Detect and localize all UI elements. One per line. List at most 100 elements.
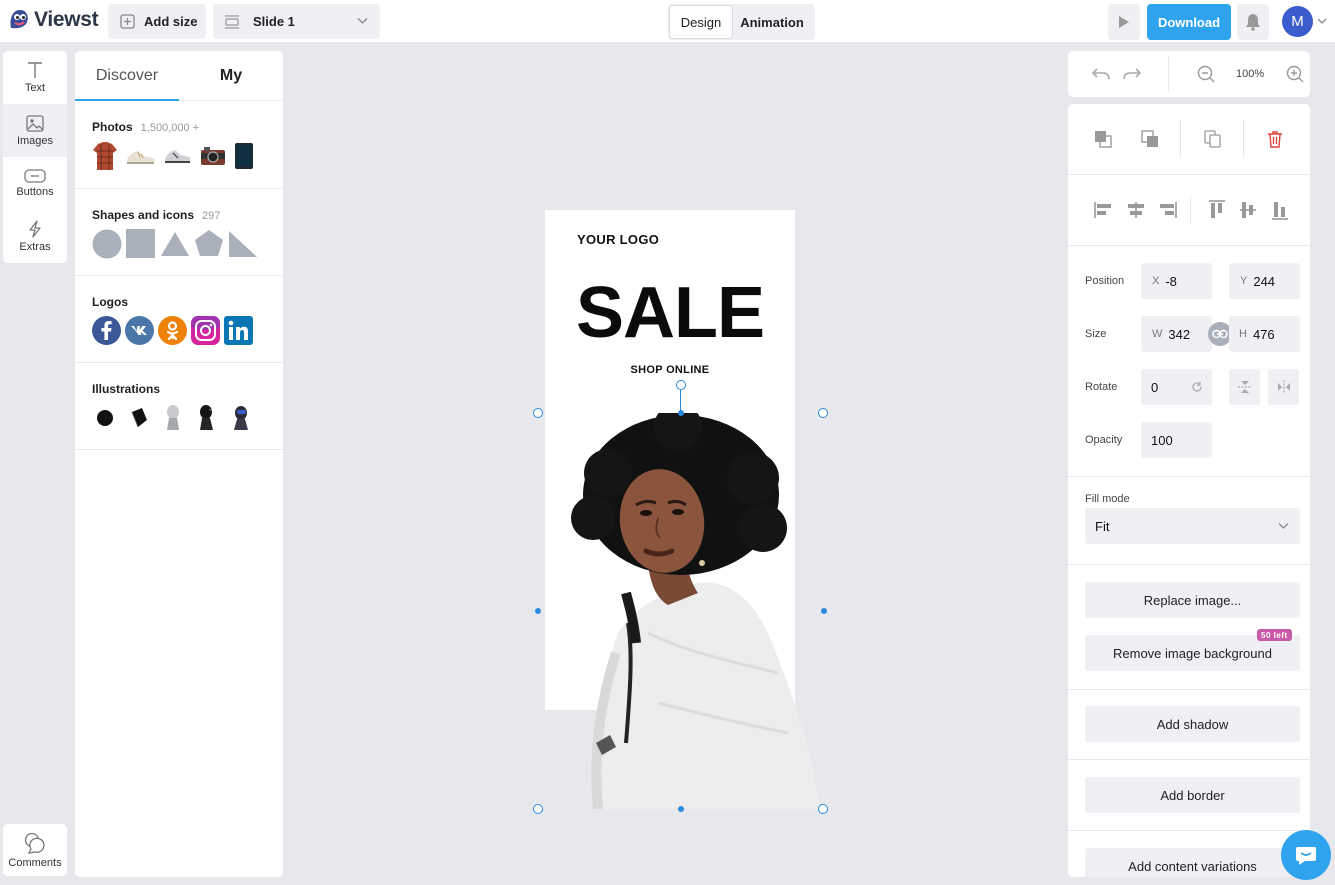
bring-forward-icon[interactable] [1094, 130, 1112, 148]
comments-button[interactable]: Comments [3, 824, 67, 876]
rail-item-text[interactable]: Text [3, 51, 67, 104]
pentagon-shape-icon[interactable] [194, 229, 224, 259]
artboard-logo-text[interactable]: YOUR LOGO [577, 232, 659, 247]
chevron-down-icon [357, 18, 368, 24]
facebook-icon[interactable] [92, 316, 121, 345]
divider [1068, 476, 1310, 477]
x-field[interactable]: X -8 [1141, 263, 1212, 299]
artboard-subline[interactable]: SHOP ONLINE [545, 364, 795, 376]
triangle-shape-icon[interactable] [160, 229, 190, 259]
sneaker-photo-thumb[interactable] [126, 145, 156, 167]
zoom-in-icon[interactable] [1286, 65, 1304, 83]
resize-handle-br[interactable] [818, 804, 828, 814]
tablet-photo-thumb[interactable] [234, 142, 254, 170]
rail-item-buttons[interactable]: Buttons [3, 157, 67, 210]
rail-item-label: Buttons [16, 186, 54, 198]
add-content-variations-button[interactable]: Add content variations [1085, 848, 1300, 877]
shirt-photo-thumb[interactable] [92, 141, 118, 171]
rotate-handle[interactable] [676, 380, 686, 390]
section-title: Photos [92, 120, 133, 134]
zoom-out-icon[interactable] [1197, 65, 1215, 83]
y-field[interactable]: Y 244 [1229, 263, 1300, 299]
text-icon [28, 62, 42, 78]
flip-horizontal-button[interactable] [1268, 369, 1299, 405]
resize-handle-tl[interactable] [533, 408, 543, 418]
odnoklassniki-icon[interactable] [158, 316, 187, 345]
zoom-level[interactable]: 100% [1236, 68, 1264, 80]
add-border-button[interactable]: Add border [1085, 777, 1300, 813]
chevron-down-icon[interactable] [1317, 16, 1327, 26]
illustrations-section[interactable]: Illustrations [75, 363, 283, 450]
align-top-icon[interactable] [1208, 200, 1226, 220]
right-triangle-shape-icon[interactable] [228, 229, 258, 259]
divider [1068, 759, 1310, 760]
resize-handle-bl[interactable] [533, 804, 543, 814]
undo-icon[interactable] [1091, 67, 1111, 81]
square-shape-icon[interactable] [126, 229, 156, 259]
avatar[interactable]: M [1282, 6, 1313, 37]
sphere-illustration-icon[interactable] [92, 403, 118, 431]
shapes-section[interactable]: Shapes and icons 297 [75, 189, 283, 276]
polyhedron-illustration-icon[interactable] [126, 403, 152, 431]
rail-item-extras[interactable]: Extras [3, 210, 67, 263]
linkedin-icon[interactable] [224, 316, 253, 345]
circle-shape-icon[interactable] [92, 229, 122, 259]
logos-section[interactable]: Logos [75, 276, 283, 363]
head-silhouette-dark-icon[interactable] [194, 403, 220, 431]
opacity-field[interactable]: 100 [1141, 422, 1212, 458]
rail-item-label: Text [24, 82, 46, 94]
align-right-icon[interactable] [1157, 201, 1177, 219]
active-tab-indicator [75, 99, 179, 101]
tab-animation[interactable]: Animation [732, 6, 812, 38]
support-chat-button[interactable] [1281, 830, 1331, 880]
flip-vertical-button[interactable] [1229, 369, 1260, 405]
resize-handle-top[interactable] [678, 410, 684, 416]
section-count: 1,500,000 + [140, 122, 200, 134]
redo-icon[interactable] [1122, 67, 1142, 81]
photos-section[interactable]: Photos 1,500,000 + [75, 101, 283, 189]
tab-my[interactable]: My [179, 51, 283, 100]
trash-icon[interactable] [1267, 130, 1283, 148]
height-field[interactable]: H 476 [1229, 316, 1300, 352]
add-shadow-button[interactable]: Add shadow [1085, 706, 1300, 742]
sneaker-photo-thumb[interactable] [164, 145, 192, 167]
tab-design[interactable]: Design [670, 6, 732, 38]
rotate-field[interactable]: 0 [1141, 369, 1212, 405]
add-size-button[interactable]: Add size [108, 4, 206, 39]
rotate-icon[interactable] [1191, 381, 1203, 393]
align-center-v-icon[interactable] [1239, 200, 1257, 220]
tool-rail: Text Images Buttons Extras [3, 51, 67, 263]
selected-image[interactable] [533, 380, 828, 814]
head-silhouette-gray-icon[interactable] [160, 403, 186, 431]
instagram-icon[interactable] [191, 316, 220, 345]
add-square-icon [120, 14, 135, 29]
resize-handle-bottom[interactable] [678, 806, 684, 812]
resize-handle-left[interactable] [535, 608, 541, 614]
head-silhouette-vr-icon[interactable] [228, 403, 254, 431]
remaining-uses-badge: 50 left [1257, 629, 1292, 641]
download-button[interactable]: Download [1147, 4, 1231, 40]
notifications-button[interactable] [1237, 4, 1269, 40]
preview-button[interactable] [1108, 4, 1140, 40]
slide-selector[interactable]: Slide 1 [213, 4, 380, 39]
duplicate-icon[interactable] [1204, 130, 1222, 148]
artboard-headline[interactable]: SALE [545, 272, 795, 354]
resize-handle-right[interactable] [821, 608, 827, 614]
align-left-icon[interactable] [1094, 201, 1114, 219]
camera-photo-thumb[interactable] [200, 145, 226, 167]
app-logo[interactable]: Viewst [8, 8, 99, 32]
fill-mode-select[interactable]: Fit [1085, 508, 1300, 544]
flip-horizontal-icon [1277, 380, 1290, 394]
asset-panel: Discover My Photos 1,500,000 + Shapes an… [75, 51, 283, 877]
vk-icon[interactable] [125, 316, 154, 345]
width-field[interactable]: W 342 [1141, 316, 1212, 352]
align-bottom-icon[interactable] [1271, 200, 1289, 220]
h-value: 476 [1252, 326, 1275, 342]
rail-item-images[interactable]: Images [3, 104, 67, 157]
replace-image-button[interactable]: Replace image... [1085, 582, 1300, 618]
send-backward-icon[interactable] [1141, 130, 1159, 148]
align-center-h-icon[interactable] [1126, 201, 1146, 219]
comments-icon [24, 832, 45, 854]
tab-discover[interactable]: Discover [75, 51, 179, 100]
resize-handle-tr[interactable] [818, 408, 828, 418]
